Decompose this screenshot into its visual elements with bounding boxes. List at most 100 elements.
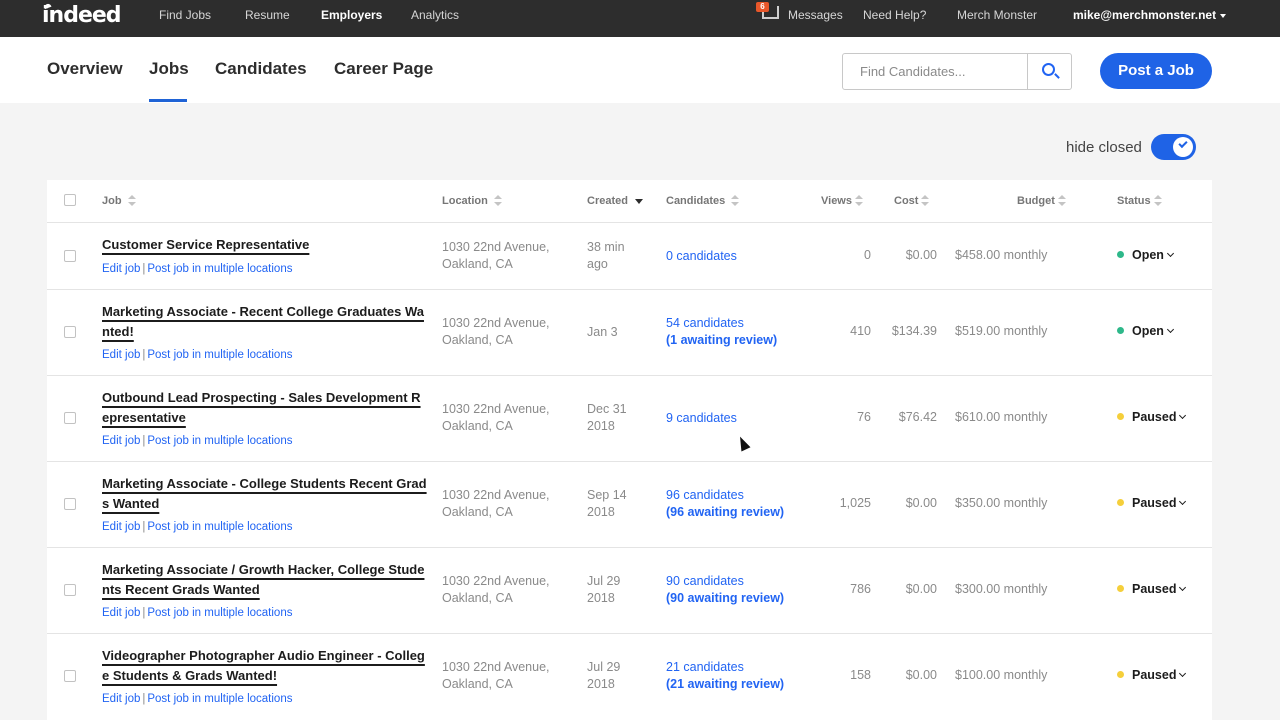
edit-job-link[interactable]: Edit job [102, 263, 140, 275]
job-cost: $0.00 [905, 582, 937, 596]
status-paused-dot [1117, 499, 1124, 506]
nav-resume[interactable]: Resume [245, 8, 290, 22]
row-checkbox[interactable] [64, 584, 76, 596]
post-multiple-link[interactable]: Post job in multiple locations [147, 521, 292, 533]
hide-closed-toggle[interactable] [1151, 134, 1196, 160]
job-title-link[interactable]: Marketing Associate / Growth Hacker, Col… [102, 560, 427, 599]
job-cost: $0.00 [905, 248, 937, 262]
indeed-logo[interactable]: indeed [42, 2, 122, 28]
job-created: Jul 29 2018 [587, 660, 621, 691]
search-button[interactable] [1027, 54, 1072, 89]
post-multiple-link[interactable]: Post job in multiple locations [147, 263, 292, 275]
row-checkbox[interactable] [64, 498, 76, 510]
job-location: 1030 22nd Avenue, Oakland, CA [442, 488, 550, 519]
job-cost: $0.00 [905, 668, 937, 682]
sort-icon [1057, 195, 1066, 207]
column-budget[interactable]: Budget [1017, 195, 1066, 207]
table-row: Marketing Associate - College Students R… [47, 462, 1212, 548]
nav-analytics[interactable]: Analytics [411, 8, 459, 22]
job-views: 410 [850, 324, 871, 338]
column-status[interactable]: Status [1117, 195, 1162, 207]
tab-candidates[interactable]: Candidates [215, 59, 307, 79]
row-checkbox[interactable] [64, 326, 76, 338]
tab-career-page[interactable]: Career Page [334, 59, 433, 79]
row-checkbox[interactable] [64, 412, 76, 424]
job-budget: $100.00 monthly [955, 668, 1048, 682]
status-dropdown[interactable]: Paused [1117, 496, 1187, 510]
nav-company[interactable]: Merch Monster [957, 8, 1037, 22]
post-multiple-link[interactable]: Post job in multiple locations [147, 349, 292, 361]
candidates-link[interactable]: 90 candidates (90 awaiting review) [666, 573, 784, 607]
sort-icon [127, 195, 136, 207]
column-views[interactable]: Views [821, 195, 863, 207]
status-dropdown[interactable]: Paused [1117, 410, 1187, 424]
status-dropdown[interactable]: Open [1117, 324, 1174, 338]
column-location[interactable]: Location [442, 195, 502, 207]
select-all-checkbox[interactable] [64, 194, 76, 206]
job-created: Sep 14 2018 [587, 488, 627, 519]
job-views: 786 [850, 582, 871, 596]
active-tab-indicator [149, 99, 187, 102]
column-cost[interactable]: Cost [894, 195, 930, 207]
tab-overview[interactable]: Overview [47, 59, 123, 79]
candidates-link[interactable]: 21 candidates (21 awaiting review) [666, 659, 784, 693]
job-title-link[interactable]: Marketing Associate - College Students R… [102, 474, 427, 513]
row-checkbox[interactable] [64, 250, 76, 262]
job-cost: $0.00 [905, 496, 937, 510]
table-row: Marketing Associate - Recent College Gra… [47, 290, 1212, 376]
job-cost: $76.42 [898, 410, 937, 424]
edit-job-link[interactable]: Edit job [102, 521, 140, 533]
job-title-link[interactable]: Videographer Photographer Audio Engineer… [102, 646, 427, 685]
job-title-link[interactable]: Customer Service Representative [102, 235, 427, 255]
sort-icon [855, 195, 863, 207]
job-location: 1030 22nd Avenue, Oakland, CA [442, 316, 550, 347]
candidates-link[interactable]: 0 candidates [666, 248, 737, 265]
job-location: 1030 22nd Avenue, Oakland, CA [442, 402, 550, 433]
edit-job-link[interactable]: Edit job [102, 607, 140, 619]
status-paused-dot [1117, 413, 1124, 420]
column-candidates[interactable]: Candidates [666, 195, 740, 207]
status-paused-dot [1117, 585, 1124, 592]
post-multiple-link[interactable]: Post job in multiple locations [147, 693, 292, 705]
edit-job-link[interactable]: Edit job [102, 693, 140, 705]
tab-jobs[interactable]: Jobs [149, 59, 189, 79]
chevron-down-icon [1179, 497, 1187, 506]
post-job-button[interactable]: Post a Job [1100, 53, 1212, 89]
job-budget: $300.00 monthly [955, 582, 1048, 596]
column-created[interactable]: Created [587, 195, 643, 207]
job-views: 1,025 [839, 496, 871, 510]
status-dropdown[interactable]: Open [1117, 248, 1174, 262]
nav-find-jobs[interactable]: Find Jobs [159, 8, 211, 22]
job-created: Dec 31 2018 [587, 402, 627, 433]
candidates-link[interactable]: 9 candidates [666, 410, 737, 427]
post-multiple-link[interactable]: Post job in multiple locations [147, 607, 292, 619]
find-candidates-input[interactable] [843, 54, 1027, 89]
messages-badge: 6 [756, 2, 769, 12]
nav-employers[interactable]: Employers [321, 8, 382, 22]
job-title-link[interactable]: Marketing Associate - Recent College Gra… [102, 302, 427, 341]
edit-job-link[interactable]: Edit job [102, 435, 140, 447]
status-dropdown[interactable]: Paused [1117, 582, 1187, 596]
edit-job-link[interactable]: Edit job [102, 349, 140, 361]
candidates-link[interactable]: 96 candidates (96 awaiting review) [666, 487, 784, 521]
caret-down-icon [1220, 13, 1227, 18]
status-paused-dot [1117, 671, 1124, 678]
jobs-table: Job Location Created Candidates Views Co… [47, 180, 1212, 720]
job-views: 76 [857, 410, 871, 424]
job-location: 1030 22nd Avenue, Oakland, CA [442, 574, 550, 605]
post-multiple-link[interactable]: Post job in multiple locations [147, 435, 292, 447]
sort-icon [731, 195, 740, 207]
column-job[interactable]: Job [102, 195, 136, 207]
job-actions: Edit job | Post job in multiple locations [102, 263, 293, 275]
status-dropdown[interactable]: Paused [1117, 668, 1187, 682]
job-title-link[interactable]: Outbound Lead Prospecting - Sales Develo… [102, 388, 427, 427]
chevron-down-icon [1166, 325, 1174, 334]
table-row: Marketing Associate / Growth Hacker, Col… [47, 548, 1212, 634]
job-actions: Edit job | Post job in multiple locations [102, 693, 293, 705]
user-menu[interactable]: mike@merchmonster.net [1073, 8, 1227, 22]
job-budget: $610.00 monthly [955, 410, 1048, 424]
nav-messages[interactable]: Messages [788, 8, 843, 22]
candidates-link[interactable]: 54 candidates (1 awaiting review) [666, 315, 777, 349]
nav-help[interactable]: Need Help? [863, 8, 926, 22]
row-checkbox[interactable] [64, 670, 76, 682]
